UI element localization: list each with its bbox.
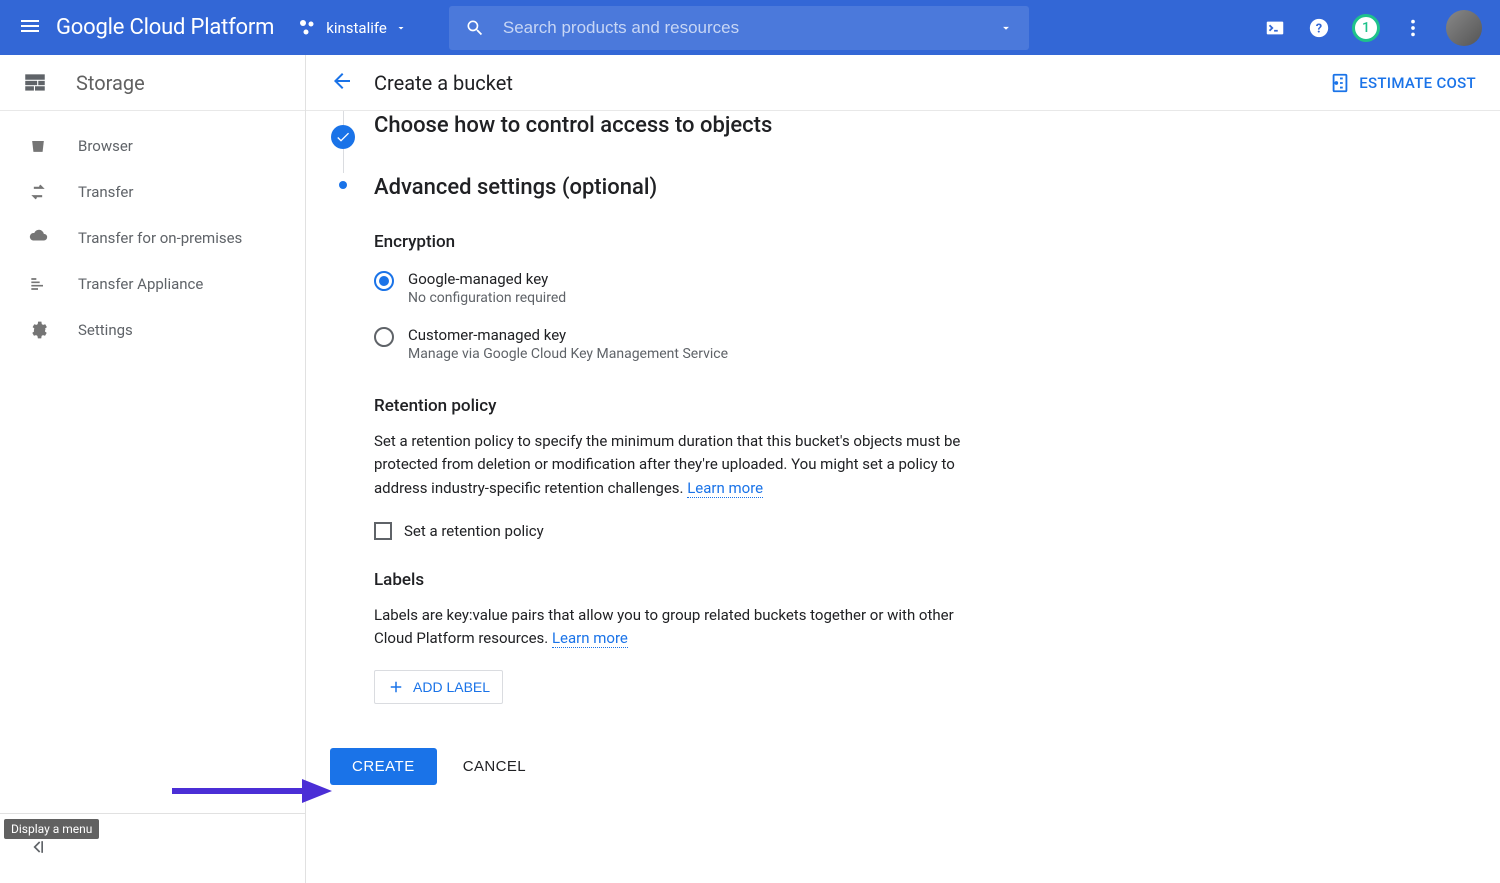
- arrow-left-icon: [330, 69, 354, 93]
- gcp-logo[interactable]: Google Cloud Platform: [56, 15, 274, 40]
- estimate-cost-button[interactable]: ESTIMATE COST: [1329, 72, 1476, 94]
- radio-sublabel: Manage via Google Cloud Key Management S…: [408, 346, 728, 362]
- sidebar-item-transfer[interactable]: Transfer: [0, 169, 305, 215]
- project-icon: [298, 18, 318, 38]
- sidebar-item-label: Transfer: [78, 183, 133, 201]
- appliance-icon: [28, 274, 48, 294]
- chevron-down-icon: [395, 22, 407, 34]
- sidebar-header: Storage: [0, 55, 305, 111]
- labels-desc: Labels are key:value pairs that allow yo…: [374, 604, 964, 651]
- search-input[interactable]: [503, 18, 981, 38]
- step-advanced-title: Advanced settings (optional): [374, 173, 657, 214]
- step-access-title[interactable]: Choose how to control access to objects: [374, 111, 772, 173]
- labels-section: Labels Labels are key:value pairs that a…: [374, 570, 964, 705]
- encryption-heading: Encryption: [374, 232, 964, 252]
- radio-input[interactable]: [374, 327, 394, 347]
- notifications-badge[interactable]: 1: [1352, 14, 1380, 42]
- storage-icon: [22, 70, 48, 96]
- step-access: Choose how to control access to objects: [330, 111, 1476, 173]
- retention-heading: Retention policy: [374, 396, 964, 416]
- page-header: Create a bucket ESTIMATE COST: [306, 55, 1500, 111]
- sidebar-item-label: Transfer Appliance: [78, 275, 203, 293]
- sidebar-item-settings[interactable]: Settings: [0, 307, 305, 353]
- sidebar-footer: Display a menu: [0, 813, 305, 883]
- sidebar-item-transfer-onprem[interactable]: Transfer for on-premises: [0, 215, 305, 261]
- create-button[interactable]: CREATE: [330, 748, 437, 785]
- checkbox-label: Set a retention policy: [404, 522, 544, 540]
- sidebar-item-label: Transfer for on-premises: [78, 229, 242, 247]
- radio-label: Customer-managed key: [408, 326, 728, 344]
- sidebar-item-browser[interactable]: Browser: [0, 123, 305, 169]
- hamburger-menu-icon[interactable]: [18, 14, 42, 42]
- project-name: kinstalife: [326, 19, 387, 37]
- chevron-left-collapse-icon: [28, 837, 48, 857]
- project-selector[interactable]: kinstalife: [298, 18, 407, 38]
- radio-label: Google-managed key: [408, 270, 566, 288]
- main-content: Create a bucket ESTIMATE COST: [306, 55, 1500, 883]
- bucket-icon: [28, 136, 48, 156]
- checkbox-input[interactable]: [374, 522, 392, 540]
- retention-desc: Set a retention policy to specify the mi…: [374, 430, 964, 500]
- estimate-cost-label: ESTIMATE COST: [1359, 74, 1476, 92]
- sidebar: Storage Browser Transfer Transfer for on…: [0, 55, 306, 883]
- add-label-text: ADD LABEL: [413, 679, 490, 695]
- radio-sublabel: No configuration required: [408, 290, 566, 306]
- active-step-dot: [339, 181, 347, 189]
- annotation-arrow: [172, 771, 332, 811]
- svg-text:?: ?: [1316, 21, 1322, 36]
- cloud-upload-icon: [28, 228, 48, 248]
- workspace: Storage Browser Transfer Transfer for on…: [0, 55, 1500, 883]
- collapse-sidebar-button[interactable]: [28, 837, 48, 861]
- encryption-section: Encryption Google-managed key No configu…: [374, 232, 964, 366]
- chevron-down-icon[interactable]: [999, 21, 1013, 35]
- search-icon: [465, 18, 485, 38]
- sidebar-item-label: Browser: [78, 137, 133, 155]
- cloud-shell-icon[interactable]: [1264, 17, 1286, 39]
- help-icon[interactable]: ?: [1308, 17, 1330, 39]
- step-advanced: Advanced settings (optional): [330, 173, 1476, 214]
- sidebar-item-transfer-appliance[interactable]: Transfer Appliance: [0, 261, 305, 307]
- retention-checkbox-row[interactable]: Set a retention policy: [374, 522, 964, 540]
- topbar-actions: ? 1: [1264, 10, 1482, 46]
- calculator-icon: [1329, 72, 1351, 94]
- form-actions: CREATE CANCEL: [330, 748, 1476, 785]
- add-label-button[interactable]: ADD LABEL: [374, 670, 503, 704]
- gear-icon: [28, 320, 48, 340]
- sidebar-tooltip: Display a menu: [4, 819, 99, 839]
- back-button[interactable]: [330, 69, 354, 97]
- user-avatar[interactable]: [1446, 10, 1482, 46]
- search-bar[interactable]: [449, 6, 1029, 50]
- sidebar-items: Browser Transfer Transfer for on-premise…: [0, 111, 305, 365]
- sidebar-item-label: Settings: [78, 321, 133, 339]
- radio-input[interactable]: [374, 271, 394, 291]
- top-bar: Google Cloud Platform kinstalife ? 1: [0, 0, 1500, 55]
- radio-google-key[interactable]: Google-managed key No configuration requ…: [374, 266, 964, 310]
- stepper: Choose how to control access to objects …: [330, 111, 1476, 214]
- form-area: Choose how to control access to objects …: [306, 111, 1500, 883]
- sidebar-title: Storage: [76, 71, 145, 95]
- retention-learn-more-link[interactable]: Learn more: [687, 479, 763, 498]
- plus-icon: [387, 678, 405, 696]
- more-vert-icon[interactable]: [1402, 17, 1424, 39]
- labels-learn-more-link[interactable]: Learn more: [552, 629, 628, 648]
- cancel-button[interactable]: CANCEL: [463, 758, 526, 775]
- page-title: Create a bucket: [374, 71, 513, 95]
- check-icon: [331, 125, 355, 149]
- retention-section: Retention policy Set a retention policy …: [374, 396, 964, 540]
- transfer-icon: [28, 182, 48, 202]
- radio-customer-key[interactable]: Customer-managed key Manage via Google C…: [374, 322, 964, 366]
- labels-heading: Labels: [374, 570, 964, 590]
